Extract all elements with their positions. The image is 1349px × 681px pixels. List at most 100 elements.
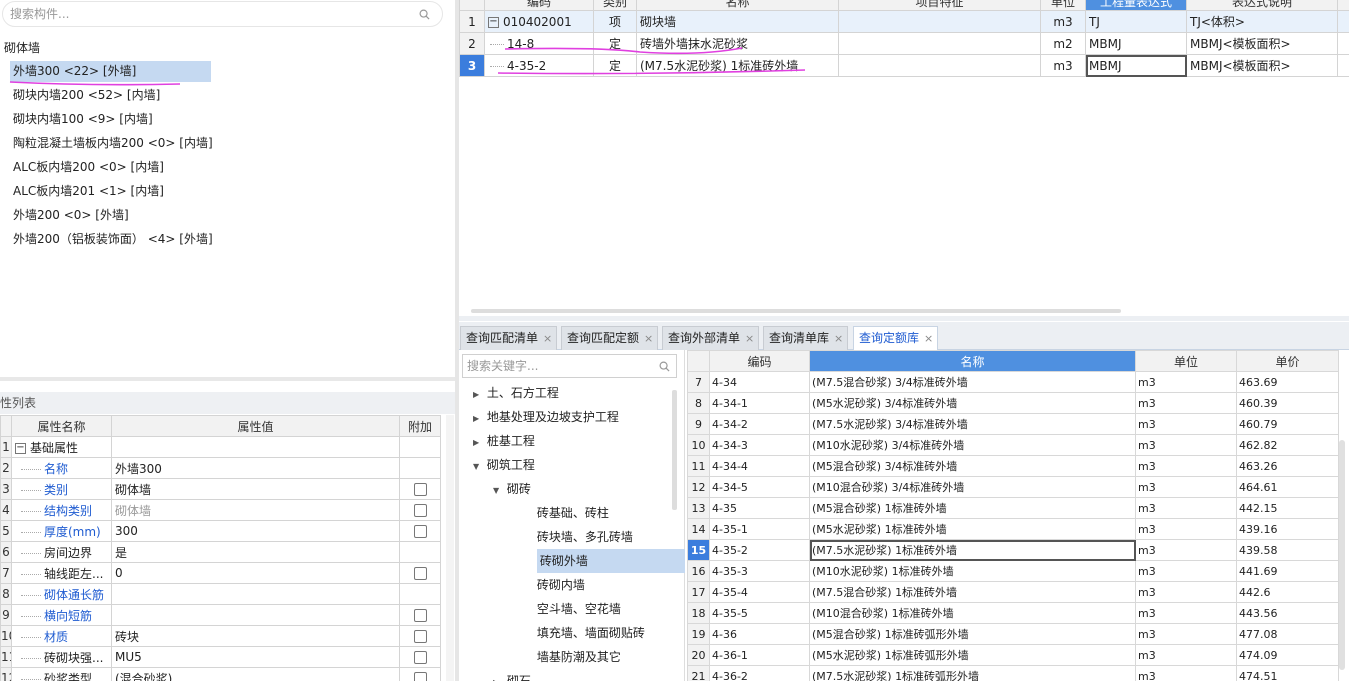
category-item[interactable]: ▼ 砌筑工程 xyxy=(473,453,673,477)
quota-price[interactable]: 439.58 xyxy=(1236,539,1339,561)
quota-price[interactable]: 474.51 xyxy=(1236,665,1339,681)
bill-header-unit[interactable]: 单位 xyxy=(1040,0,1086,11)
close-icon[interactable]: × xyxy=(644,332,653,345)
quota-name[interactable]: (M7.5水泥砂浆) 3/4标准砖外墙 xyxy=(809,413,1136,435)
prop-extra[interactable] xyxy=(399,478,441,500)
bill-header-desc[interactable]: 表达式说明 xyxy=(1186,0,1338,11)
bill-expr[interactable]: TJ xyxy=(1085,10,1187,33)
quota-header-name[interactable]: 名称 xyxy=(809,350,1136,372)
category-item[interactable]: ▼ 砌砖 xyxy=(473,477,673,501)
quota-code[interactable]: 4-35-2 xyxy=(709,539,810,561)
quota-code[interactable]: 4-35-5 xyxy=(709,602,810,624)
close-icon[interactable]: × xyxy=(834,332,843,345)
quota-row-number[interactable]: 14 xyxy=(687,518,710,540)
chevron-right-icon[interactable]: ▶ xyxy=(473,383,483,407)
tab-query-match-bill[interactable]: 查询匹配清单 × xyxy=(460,326,558,350)
prop-value[interactable]: 外墙300 xyxy=(111,457,400,479)
quota-row[interactable]: 8 4-34-1 (M5水泥砂浆) 3/4标准砖外墙 m3 460.39 xyxy=(687,392,1339,414)
quota-unit[interactable]: m3 xyxy=(1135,602,1237,624)
quota-name[interactable]: (M5水泥砂浆) 1标准砖外墙 xyxy=(809,518,1136,540)
quota-unit[interactable]: m3 xyxy=(1135,644,1237,666)
component-item[interactable]: 外墙200（铝板装饰面） <4> [外墙] xyxy=(10,229,213,250)
quota-scrollbar[interactable] xyxy=(1339,440,1345,670)
quota-name[interactable]: (M10混合砂浆) 3/4标准砖外墙 xyxy=(809,476,1136,498)
search-icon[interactable] xyxy=(659,361,670,372)
quota-row-number[interactable]: 15 xyxy=(687,539,710,561)
bill-row[interactable]: 1−010402001 项砌块墙 m3 TJ TJ<体积> xyxy=(459,10,1349,33)
bill-header-name[interactable]: 名称 xyxy=(636,0,839,11)
quota-code[interactable]: 4-34-2 xyxy=(709,413,810,435)
bill-row-number[interactable]: 2 xyxy=(459,32,485,55)
prop-extra[interactable] xyxy=(399,499,441,521)
quota-row[interactable]: 17 4-35-4 (M7.5混合砂浆) 1标准砖外墙 m3 442.6 xyxy=(687,581,1339,603)
prop-extra[interactable] xyxy=(399,667,441,681)
quota-row-number[interactable]: 7 xyxy=(687,371,710,393)
prop-value[interactable] xyxy=(111,583,400,605)
quota-code[interactable]: 4-35-1 xyxy=(709,518,810,540)
bill-row[interactable]: 2 14-8 定砖墙外墙抹水泥砂浆 m2 MBMJ MBMJ<模板面积> xyxy=(459,32,1349,55)
category-scrollbar[interactable] xyxy=(672,390,677,510)
quota-code[interactable]: 4-34-5 xyxy=(709,476,810,498)
collapse-icon[interactable]: − xyxy=(15,442,26,454)
extra-checkbox[interactable] xyxy=(413,567,427,580)
quota-name[interactable]: (M5混合砂浆) 1标准砖外墙 xyxy=(809,497,1136,519)
prop-value[interactable]: 砌体墙 xyxy=(111,499,400,521)
quota-code[interactable]: 4-35-4 xyxy=(709,581,810,603)
tab-query-match-quota[interactable]: 查询匹配定额 × xyxy=(561,326,659,350)
quota-price[interactable]: 474.09 xyxy=(1236,644,1339,666)
bill-header-code[interactable]: 编码 xyxy=(484,0,594,11)
quota-price[interactable]: 463.26 xyxy=(1236,455,1339,477)
prop-value[interactable]: 砌体墙 xyxy=(111,478,400,500)
prop-extra[interactable] xyxy=(399,436,441,458)
category-item[interactable]: 空斗墙、空花墙 xyxy=(473,597,673,621)
prop-value[interactable]: (混合砂浆) xyxy=(111,667,400,681)
bill-unit[interactable]: m3 xyxy=(1040,10,1086,33)
quota-name[interactable]: (M10水泥砂浆) 1标准砖外墙 xyxy=(809,560,1136,582)
quota-price[interactable]: 441.69 xyxy=(1236,560,1339,582)
bill-header-type[interactable]: 类别 xyxy=(593,0,637,11)
component-search-input[interactable]: 搜索构件... xyxy=(2,1,443,27)
bill-expr[interactable]: MBMJ xyxy=(1085,32,1187,55)
quota-name[interactable]: (M5水泥砂浆) 3/4标准砖外墙 xyxy=(809,392,1136,414)
close-icon[interactable]: × xyxy=(745,332,754,345)
prop-value[interactable] xyxy=(111,436,400,458)
prop-value[interactable]: 0 xyxy=(111,562,400,584)
bill-type[interactable]: 定 xyxy=(593,54,637,77)
bill-row-number[interactable]: 3 xyxy=(459,54,485,77)
component-item[interactable]: 外墙300 <22> [外墙] xyxy=(10,61,211,82)
quota-code[interactable]: 4-36-2 xyxy=(709,665,810,681)
quota-unit[interactable]: m3 xyxy=(1135,497,1237,519)
quota-name[interactable]: (M5水泥砂浆) 1标准砖弧形外墙 xyxy=(809,644,1136,666)
quota-name[interactable]: (M5混合砂浆) 3/4标准砖外墙 xyxy=(809,455,1136,477)
property-row[interactable]: 10 材质 砖块 xyxy=(0,625,441,647)
extra-checkbox[interactable] xyxy=(413,630,427,643)
prop-extra[interactable] xyxy=(399,457,441,479)
quota-row[interactable]: 11 4-34-4 (M5混合砂浆) 3/4标准砖外墙 m3 463.26 xyxy=(687,455,1339,477)
quota-row[interactable]: 18 4-35-5 (M10混合砂浆) 1标准砖外墙 m3 443.56 xyxy=(687,602,1339,624)
quota-unit[interactable]: m3 xyxy=(1135,476,1237,498)
bill-feature[interactable] xyxy=(838,10,1041,33)
quota-name[interactable]: (M7.5水泥砂浆) 1标准砖外墙 xyxy=(809,539,1136,561)
quota-price[interactable]: 460.39 xyxy=(1236,392,1339,414)
quota-price[interactable]: 462.82 xyxy=(1236,434,1339,456)
component-item[interactable]: 砌块内墙100 <9> [内墙] xyxy=(10,109,211,130)
prop-value[interactable]: MU5 xyxy=(111,646,400,668)
quota-row[interactable]: 20 4-36-1 (M5水泥砂浆) 1标准砖弧形外墙 m3 474.09 xyxy=(687,644,1339,666)
quota-code[interactable]: 4-34-3 xyxy=(709,434,810,456)
category-item[interactable]: 砖砌外墙 xyxy=(473,549,685,573)
category-item[interactable]: 砖块墙、多孔砖墙 xyxy=(473,525,673,549)
quota-name[interactable]: (M7.5混合砂浆) 1标准砖外墙 xyxy=(809,581,1136,603)
prop-extra[interactable] xyxy=(399,583,441,605)
bill-table-hscrollbar[interactable] xyxy=(471,309,1121,313)
quota-row[interactable]: 7 4-34 (M7.5混合砂浆) 3/4标准砖外墙 m3 463.69 xyxy=(687,371,1339,393)
panel-splitter[interactable] xyxy=(0,377,455,381)
prop-value[interactable]: 300 xyxy=(111,520,400,542)
extra-checkbox[interactable] xyxy=(413,672,427,681)
quota-unit[interactable]: m3 xyxy=(1135,581,1237,603)
quota-row-number[interactable]: 13 xyxy=(687,497,710,519)
quota-row-number[interactable]: 20 xyxy=(687,644,710,666)
prop-value[interactable]: 砖块 xyxy=(111,625,400,647)
quota-row[interactable]: 13 4-35 (M5混合砂浆) 1标准砖外墙 m3 442.15 xyxy=(687,497,1339,519)
close-icon[interactable]: × xyxy=(543,332,552,345)
prop-extra[interactable] xyxy=(399,520,441,542)
